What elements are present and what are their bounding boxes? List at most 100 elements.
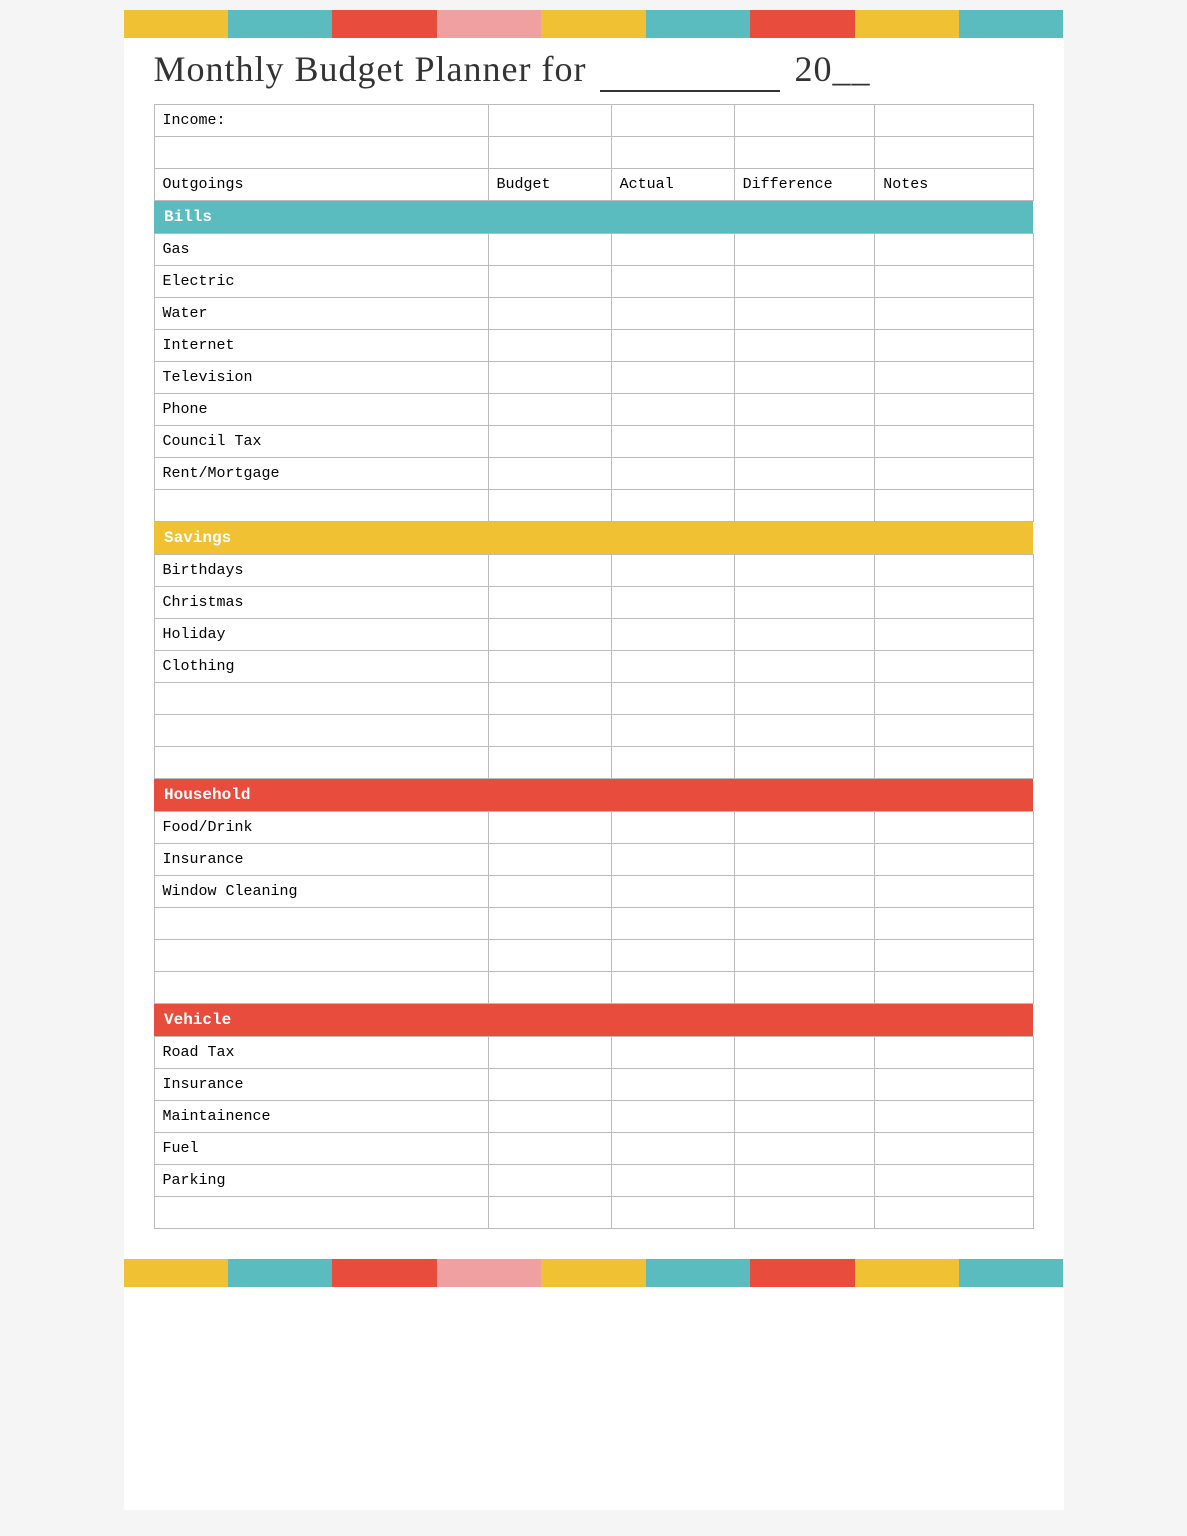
actual-council-tax[interactable] <box>611 426 734 458</box>
diff-christmas[interactable] <box>734 587 875 619</box>
row-road-tax: Road Tax <box>154 1037 1033 1069</box>
month-blank[interactable] <box>600 48 780 92</box>
actual-food-drink[interactable] <box>611 812 734 844</box>
budget-road-tax[interactable] <box>488 1037 611 1069</box>
actual-television[interactable] <box>611 362 734 394</box>
diff-insurance-vehicle[interactable] <box>734 1069 875 1101</box>
savings-header-label: Savings <box>154 522 1033 555</box>
actual-internet[interactable] <box>611 330 734 362</box>
budget-insurance-household[interactable] <box>488 844 611 876</box>
diff-fuel[interactable] <box>734 1133 875 1165</box>
actual-water[interactable] <box>611 298 734 330</box>
actual-birthdays[interactable] <box>611 555 734 587</box>
notes-food-drink[interactable] <box>875 812 1033 844</box>
diff-food-drink[interactable] <box>734 812 875 844</box>
budget-rent[interactable] <box>488 458 611 490</box>
bottom-banner-seg-5 <box>541 1259 645 1287</box>
actual-holiday[interactable] <box>611 619 734 651</box>
budget-parking[interactable] <box>488 1165 611 1197</box>
actual-parking[interactable] <box>611 1165 734 1197</box>
notes-insurance-household[interactable] <box>875 844 1033 876</box>
diff-maintenance[interactable] <box>734 1101 875 1133</box>
budget-internet[interactable] <box>488 330 611 362</box>
notes-clothing[interactable] <box>875 651 1033 683</box>
actual-maintenance[interactable] <box>611 1101 734 1133</box>
notes-electric[interactable] <box>875 266 1033 298</box>
budget-christmas[interactable] <box>488 587 611 619</box>
notes-window-cleaning[interactable] <box>875 876 1033 908</box>
budget-fuel[interactable] <box>488 1133 611 1165</box>
budget-gas[interactable] <box>488 234 611 266</box>
diff-water[interactable] <box>734 298 875 330</box>
budget-television[interactable] <box>488 362 611 394</box>
notes-road-tax[interactable] <box>875 1037 1033 1069</box>
diff-parking[interactable] <box>734 1165 875 1197</box>
actual-electric[interactable] <box>611 266 734 298</box>
actual-phone[interactable] <box>611 394 734 426</box>
label-food-drink: Food/Drink <box>154 812 488 844</box>
diff-insurance-household[interactable] <box>734 844 875 876</box>
actual-insurance-vehicle[interactable] <box>611 1069 734 1101</box>
income-actual[interactable] <box>611 105 734 137</box>
actual-christmas[interactable] <box>611 587 734 619</box>
budget-water[interactable] <box>488 298 611 330</box>
actual-gas[interactable] <box>611 234 734 266</box>
label-electric: Electric <box>154 266 488 298</box>
diff-council-tax[interactable] <box>734 426 875 458</box>
budget-council-tax[interactable] <box>488 426 611 458</box>
actual-road-tax[interactable] <box>611 1037 734 1069</box>
actual-clothing[interactable] <box>611 651 734 683</box>
row-rent: Rent/Mortgage <box>154 458 1033 490</box>
budget-maintenance[interactable] <box>488 1101 611 1133</box>
actual-fuel[interactable] <box>611 1133 734 1165</box>
diff-television[interactable] <box>734 362 875 394</box>
actual-window-cleaning[interactable] <box>611 876 734 908</box>
notes-rent[interactable] <box>875 458 1033 490</box>
diff-electric[interactable] <box>734 266 875 298</box>
notes-christmas[interactable] <box>875 587 1033 619</box>
budget-insurance-vehicle[interactable] <box>488 1069 611 1101</box>
col-difference: Difference <box>734 169 875 201</box>
notes-fuel[interactable] <box>875 1133 1033 1165</box>
actual-rent[interactable] <box>611 458 734 490</box>
diff-birthdays[interactable] <box>734 555 875 587</box>
diff-window-cleaning[interactable] <box>734 876 875 908</box>
notes-insurance-vehicle[interactable] <box>875 1069 1033 1101</box>
income-diff[interactable] <box>734 105 875 137</box>
label-television: Television <box>154 362 488 394</box>
diff-road-tax[interactable] <box>734 1037 875 1069</box>
diff-gas[interactable] <box>734 234 875 266</box>
notes-holiday[interactable] <box>875 619 1033 651</box>
notes-council-tax[interactable] <box>875 426 1033 458</box>
notes-maintenance[interactable] <box>875 1101 1033 1133</box>
income-notes[interactable] <box>875 105 1033 137</box>
diff-holiday[interactable] <box>734 619 875 651</box>
notes-internet[interactable] <box>875 330 1033 362</box>
diff-rent[interactable] <box>734 458 875 490</box>
bottom-banner-seg-2 <box>228 1259 332 1287</box>
budget-table: Income: Outgoings Budget Actual Differen… <box>154 104 1034 1229</box>
notes-water[interactable] <box>875 298 1033 330</box>
budget-electric[interactable] <box>488 266 611 298</box>
actual-insurance-household[interactable] <box>611 844 734 876</box>
label-window-cleaning: Window Cleaning <box>154 876 488 908</box>
notes-parking[interactable] <box>875 1165 1033 1197</box>
diff-clothing[interactable] <box>734 651 875 683</box>
notes-television[interactable] <box>875 362 1033 394</box>
label-road-tax: Road Tax <box>154 1037 488 1069</box>
notes-phone[interactable] <box>875 394 1033 426</box>
budget-holiday[interactable] <box>488 619 611 651</box>
diff-phone[interactable] <box>734 394 875 426</box>
bottom-banner-seg-9 <box>959 1259 1063 1287</box>
budget-food-drink[interactable] <box>488 812 611 844</box>
page: Monthly Budget Planner for 20__ Income: <box>124 10 1064 1510</box>
diff-internet[interactable] <box>734 330 875 362</box>
income-budget[interactable] <box>488 105 611 137</box>
budget-window-cleaning[interactable] <box>488 876 611 908</box>
notes-birthdays[interactable] <box>875 555 1033 587</box>
notes-gas[interactable] <box>875 234 1033 266</box>
budget-clothing[interactable] <box>488 651 611 683</box>
budget-phone[interactable] <box>488 394 611 426</box>
budget-birthdays[interactable] <box>488 555 611 587</box>
vehicle-spacer-1 <box>154 1197 1033 1229</box>
